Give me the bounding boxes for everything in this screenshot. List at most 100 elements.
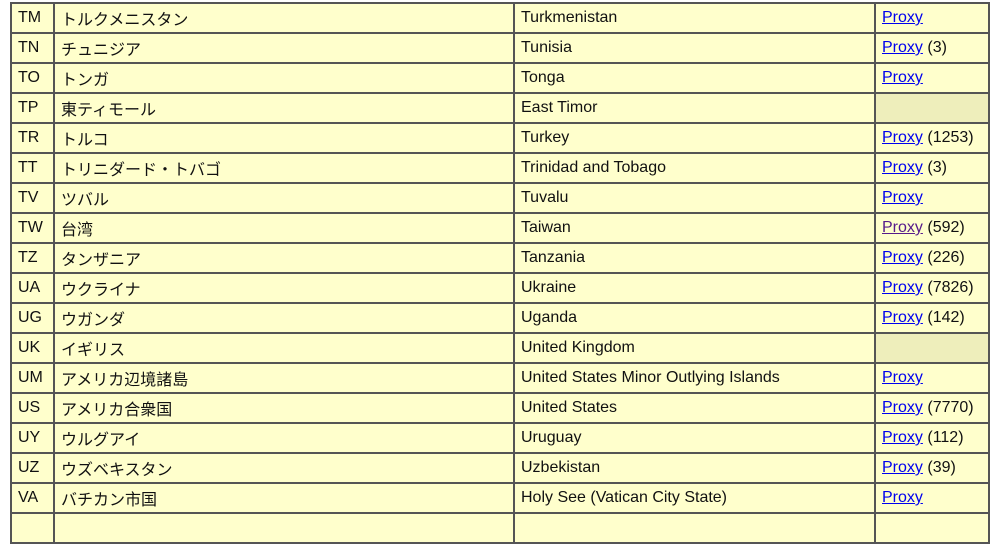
table-row: [10, 512, 990, 544]
country-name-ja: チュニジア: [53, 32, 515, 64]
proxy-cell: [874, 332, 990, 364]
country-code: US: [10, 392, 55, 424]
proxy-cell: Proxy (39): [874, 452, 990, 484]
proxy-count: (592): [927, 219, 965, 236]
proxy-cell: Proxy (112): [874, 422, 990, 454]
empty-cell: [874, 512, 990, 544]
proxy-link[interactable]: Proxy: [882, 309, 923, 326]
country-code: UG: [10, 302, 55, 334]
proxy-count: (7826): [927, 279, 974, 296]
proxy-cell: Proxy: [874, 362, 990, 394]
country-code: UZ: [10, 452, 55, 484]
empty-cell: [10, 512, 55, 544]
proxy-count: (142): [927, 309, 965, 326]
proxy-cell: Proxy (7826): [874, 272, 990, 304]
table-row: TP 東ティモール East Timor: [10, 92, 990, 124]
proxy-cell: Proxy (7770): [874, 392, 990, 424]
country-name-ja: タンザニア: [53, 242, 515, 274]
country-name-en: United States: [513, 392, 876, 424]
table-row: UA ウクライナ Ukraine Proxy (7826): [10, 272, 990, 304]
country-code: TW: [10, 212, 55, 244]
proxy-link[interactable]: Proxy: [882, 219, 923, 236]
country-name-en: Taiwan: [513, 212, 876, 244]
table-row: TO トンガ Tonga Proxy: [10, 62, 990, 94]
country-name-en: Tanzania: [513, 242, 876, 274]
country-name-ja: アメリカ合衆国: [53, 392, 515, 424]
proxy-cell: Proxy: [874, 482, 990, 514]
proxy-link[interactable]: Proxy: [882, 429, 923, 446]
proxy-link[interactable]: Proxy: [882, 189, 923, 206]
country-name-ja: ウルグアイ: [53, 422, 515, 454]
country-name-en: East Timor: [513, 92, 876, 124]
proxy-link[interactable]: Proxy: [882, 69, 923, 86]
country-code: TZ: [10, 242, 55, 274]
country-code: TM: [10, 2, 55, 34]
country-name-en: Holy See (Vatican City State): [513, 482, 876, 514]
country-name-en: Trinidad and Tobago: [513, 152, 876, 184]
proxy-cell: Proxy: [874, 62, 990, 94]
proxy-link[interactable]: Proxy: [882, 369, 923, 386]
country-code: TN: [10, 32, 55, 64]
proxy-count: (112): [927, 429, 964, 446]
proxy-count: (226): [927, 249, 965, 266]
country-name-en: Turkmenistan: [513, 2, 876, 34]
country-name-ja: ツバル: [53, 182, 515, 214]
country-name-en: United Kingdom: [513, 332, 876, 364]
country-code: TP: [10, 92, 55, 124]
proxy-cell: Proxy (142): [874, 302, 990, 334]
country-name-en: Ukraine: [513, 272, 876, 304]
proxy-count: (1253): [927, 129, 974, 146]
empty-cell: [513, 512, 876, 544]
country-code: UA: [10, 272, 55, 304]
country-code: UM: [10, 362, 55, 394]
table-row: TZ タンザニア Tanzania Proxy (226): [10, 242, 990, 274]
table-row: UG ウガンダ Uganda Proxy (142): [10, 302, 990, 334]
empty-cell: [53, 512, 515, 544]
proxy-link[interactable]: Proxy: [882, 399, 923, 416]
proxy-cell: Proxy (592): [874, 212, 990, 244]
proxy-link[interactable]: Proxy: [882, 279, 923, 296]
proxy-link[interactable]: Proxy: [882, 459, 923, 476]
proxy-link[interactable]: Proxy: [882, 9, 923, 26]
table-row: VA バチカン市国 Holy See (Vatican City State) Pro…: [10, 482, 990, 514]
proxy-cell: Proxy (3): [874, 32, 990, 64]
proxy-cell: Proxy (1253): [874, 122, 990, 154]
country-name-ja: バチカン市国: [53, 482, 515, 514]
country-name-en: Tuvalu: [513, 182, 876, 214]
country-name-en: Uganda: [513, 302, 876, 334]
proxy-count: (3): [927, 159, 947, 176]
table-row: UY ウルグアイ Uruguay Proxy (112): [10, 422, 990, 454]
table-row: UZ ウズベキスタン Uzbekistan Proxy (39): [10, 452, 990, 484]
proxy-link[interactable]: Proxy: [882, 159, 923, 176]
country-name-en: Tonga: [513, 62, 876, 94]
country-name-en: Turkey: [513, 122, 876, 154]
proxy-cell: Proxy (226): [874, 242, 990, 274]
country-name-ja: トリニダード・トバゴ: [53, 152, 515, 184]
country-code: UY: [10, 422, 55, 454]
country-name-ja: トルコ: [53, 122, 515, 154]
country-name-en: Uruguay: [513, 422, 876, 454]
table-row: US アメリカ合衆国 United States Proxy (7770): [10, 392, 990, 424]
proxy-count: (7770): [927, 399, 974, 416]
country-code: TR: [10, 122, 55, 154]
country-code: UK: [10, 332, 55, 364]
country-name-ja: トルクメニスタン: [53, 2, 515, 34]
proxy-cell: Proxy (3): [874, 152, 990, 184]
proxy-link[interactable]: Proxy: [882, 39, 923, 56]
country-table: TM トルクメニスタン Turkmenistan Proxy TN チュニジア Tunisi…: [10, 2, 990, 544]
table-row: TV ツバル Tuvalu Proxy: [10, 182, 990, 214]
country-name-ja: ウクライナ: [53, 272, 515, 304]
proxy-cell: [874, 92, 990, 124]
country-name-en: Tunisia: [513, 32, 876, 64]
proxy-link[interactable]: Proxy: [882, 489, 923, 506]
country-name-ja: ウガンダ: [53, 302, 515, 334]
proxy-count: (3): [927, 39, 947, 56]
country-code: VA: [10, 482, 55, 514]
proxy-cell: Proxy: [874, 182, 990, 214]
proxy-link[interactable]: Proxy: [882, 249, 923, 266]
proxy-link[interactable]: Proxy: [882, 129, 923, 146]
table-row: TM トルクメニスタン Turkmenistan Proxy: [10, 2, 990, 34]
table-row: TR トルコ Turkey Proxy (1253): [10, 122, 990, 154]
table-row: UM アメリカ辺境諸島 United States Minor Outlying I…: [10, 362, 990, 394]
country-name-ja: ウズベキスタン: [53, 452, 515, 484]
